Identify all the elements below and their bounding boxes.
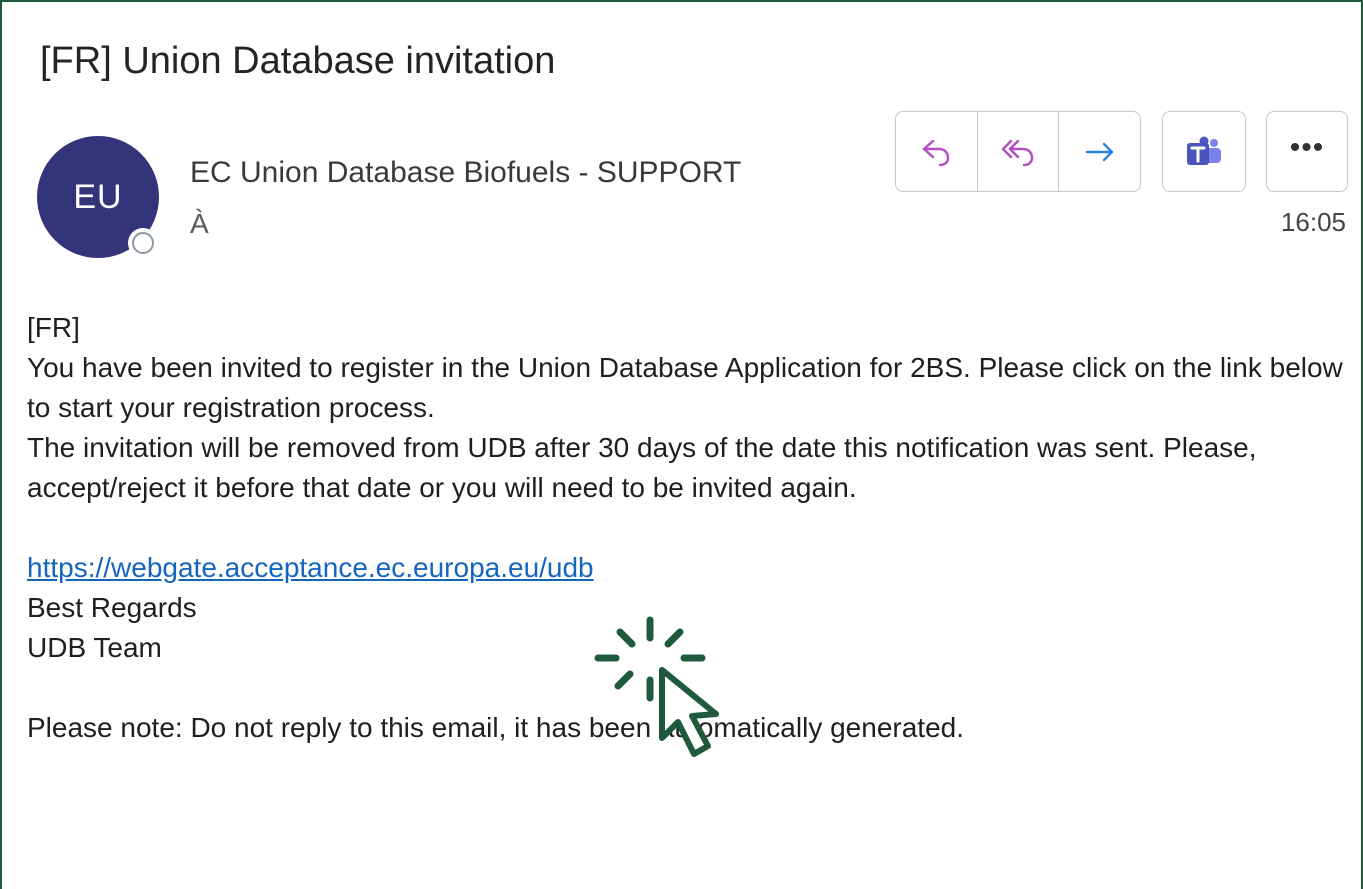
reply-icon [923,139,950,166]
forward-button[interactable] [1059,112,1140,191]
teams-button[interactable] [1162,111,1246,192]
avatar-initials: EU [73,177,123,216]
reply-button[interactable] [896,112,978,191]
click-cursor-icon [594,616,719,757]
body-paragraph-invite: You have been invited to register in the… [27,352,1343,423]
recipient-label: À [190,208,209,239]
teams-icon [1187,136,1221,165]
more-options-icon: ••• [1289,130,1325,164]
presence-status-icon [128,228,158,258]
more-options-button[interactable]: ••• [1266,111,1348,192]
sender-name[interactable]: EC Union Database Biofuels - SUPPORT [190,156,822,190]
reply-all-icon [1001,139,1034,166]
registration-link[interactable]: https://webgate.acceptance.ec.europa.eu/… [27,552,594,583]
email-subject: [FR] Union Database invitation [40,40,556,82]
body-paragraph-expiry: The invitation will be removed from UDB … [27,432,1257,503]
language-tag: [FR] [27,312,80,343]
reply-actions-group [895,111,1141,192]
received-time: 16:05 [1280,207,1346,237]
reply-all-button[interactable] [978,112,1060,191]
forward-icon [1085,142,1113,161]
